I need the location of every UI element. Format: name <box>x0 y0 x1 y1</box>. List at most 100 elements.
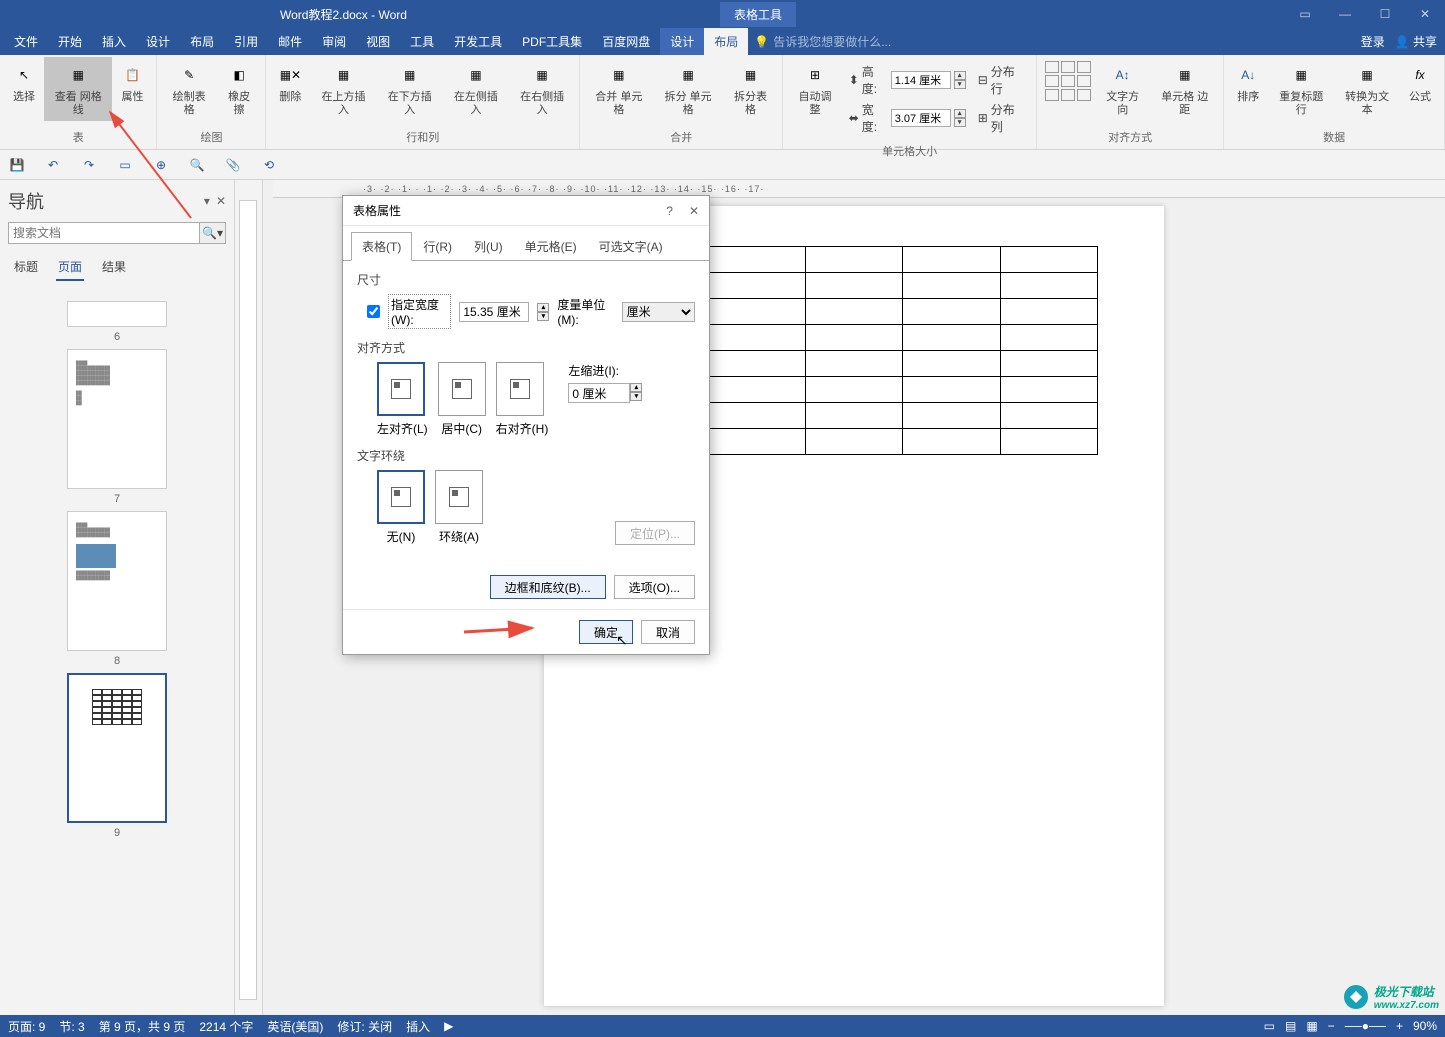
menu-review[interactable]: 审阅 <box>312 28 356 55</box>
menu-mailings[interactable]: 邮件 <box>268 28 312 55</box>
status-word-count[interactable]: 2214 个字 <box>199 1018 253 1035</box>
search-icon[interactable]: 🔍▾ <box>200 222 226 244</box>
menu-file[interactable]: 文件 <box>4 28 48 55</box>
nav-dropdown-icon[interactable]: ▾ <box>204 194 210 208</box>
align-center-option[interactable]: 居中(C) <box>438 362 486 437</box>
tab-alt-text[interactable]: 可选文字(A) <box>588 232 674 261</box>
view-read-icon[interactable]: ▭ <box>1264 1019 1275 1033</box>
qat-icon-2[interactable]: ⊕ <box>152 158 170 172</box>
cancel-button[interactable]: 取消 <box>641 620 695 644</box>
status-section[interactable]: 节: 3 <box>59 1018 84 1035</box>
ok-button[interactable]: 确定 <box>579 620 633 644</box>
status-language[interactable]: 英语(美国) <box>267 1018 323 1035</box>
menu-view[interactable]: 视图 <box>356 28 400 55</box>
merge-cells-button[interactable]: ▦合并 单元格 <box>584 57 653 121</box>
view-print-icon[interactable]: ▤ <box>1285 1019 1296 1033</box>
zoom-out-icon[interactable]: − <box>1328 1019 1335 1033</box>
draw-table-button[interactable]: ✎绘制表格 <box>161 57 216 121</box>
insert-above-button[interactable]: ▦在上方插入 <box>310 57 376 121</box>
menu-table-layout[interactable]: 布局 <box>704 28 748 55</box>
insert-left-button[interactable]: ▦在左侧插入 <box>443 57 509 121</box>
save-icon[interactable]: 💾 <box>8 158 26 172</box>
eraser-button[interactable]: ◧橡皮擦 <box>217 57 262 121</box>
height-input[interactable] <box>891 71 951 89</box>
page-thumbnail-9[interactable]: 9 <box>12 673 222 839</box>
ribbon-display-icon[interactable]: ▭ <box>1285 0 1325 28</box>
status-page-count[interactable]: 第 9 页，共 9 页 <box>99 1018 186 1035</box>
status-track[interactable]: 修订: 关闭 <box>337 1018 392 1035</box>
wrap-around-option[interactable]: 环绕(A) <box>435 470 483 545</box>
status-insert[interactable]: 插入 <box>406 1018 430 1035</box>
dialog-close-icon[interactable]: ✕ <box>689 204 699 218</box>
align-right-option[interactable]: 右对齐(H) <box>496 362 549 437</box>
qat-icon-4[interactable]: 📎 <box>224 158 242 172</box>
zoom-slider[interactable]: ──●── <box>1345 1019 1386 1033</box>
delete-button[interactable]: ▦✕删除 <box>270 57 310 108</box>
wrap-none-option[interactable]: 无(N) <box>377 470 425 545</box>
width-spinner[interactable]: ▴▾ <box>954 109 966 127</box>
share-button[interactable]: 👤 共享 <box>1395 33 1437 50</box>
alignment-grid[interactable] <box>1041 57 1095 105</box>
qat-icon-1[interactable]: ▭ <box>116 158 134 172</box>
tab-table[interactable]: 表格(T) <box>351 232 412 261</box>
width-value-spinner[interactable]: ▴▾ <box>537 303 549 321</box>
zoom-in-icon[interactable]: + <box>1396 1019 1403 1033</box>
redo-icon[interactable]: ↷ <box>80 158 98 172</box>
tab-row[interactable]: 行(R) <box>412 232 463 261</box>
qat-icon-5[interactable]: ⟲ <box>260 158 278 172</box>
nav-tab-results[interactable]: 结果 <box>100 254 128 281</box>
nav-close-icon[interactable]: ✕ <box>216 194 226 208</box>
unit-select[interactable]: 厘米 <box>622 302 695 322</box>
menu-pdf[interactable]: PDF工具集 <box>512 28 592 55</box>
view-gridlines-button[interactable]: ▦查看 网格线 <box>44 57 112 121</box>
menu-design[interactable]: 设计 <box>136 28 180 55</box>
nav-tab-headings[interactable]: 标题 <box>12 254 40 281</box>
width-value-input[interactable] <box>459 302 529 322</box>
menu-home[interactable]: 开始 <box>48 28 92 55</box>
maximize-icon[interactable]: ☐ <box>1365 0 1405 28</box>
status-page[interactable]: 页面: 9 <box>8 1018 45 1035</box>
distribute-cols-button[interactable]: ⊞分布列 <box>974 99 1030 137</box>
properties-button[interactable]: 📋属性 <box>112 57 152 108</box>
distribute-rows-button[interactable]: ⊟分布行 <box>974 61 1030 99</box>
minimize-icon[interactable]: — <box>1325 0 1365 28</box>
indent-input[interactable] <box>568 383 630 403</box>
nav-tab-pages[interactable]: 页面 <box>56 254 84 281</box>
status-macro-icon[interactable]: ▶ <box>444 1019 453 1033</box>
spec-width-checkbox[interactable] <box>367 305 380 318</box>
close-icon[interactable]: ✕ <box>1405 0 1445 28</box>
menu-table-design[interactable]: 设计 <box>660 28 704 55</box>
text-direction-button[interactable]: A↕文字方向 <box>1095 57 1150 121</box>
tell-me-input[interactable]: 💡告诉我您想要做什么... <box>754 33 891 50</box>
split-cells-button[interactable]: ▦拆分 单元格 <box>653 57 722 121</box>
repeat-header-button[interactable]: ▦重复标题行 <box>1268 57 1334 121</box>
tab-column[interactable]: 列(U) <box>463 232 514 261</box>
border-shading-button[interactable]: 边框和底纹(B)... <box>490 575 606 599</box>
split-table-button[interactable]: ▦拆分表格 <box>723 57 778 121</box>
insert-right-button[interactable]: ▦在右侧插入 <box>509 57 575 121</box>
qat-icon-3[interactable]: 🔍 <box>188 158 206 172</box>
menu-layout[interactable]: 布局 <box>180 28 224 55</box>
menu-references[interactable]: 引用 <box>224 28 268 55</box>
select-button[interactable]: ↖选择 <box>4 57 44 108</box>
sort-button[interactable]: A↓排序 <box>1228 57 1268 108</box>
tab-cell[interactable]: 单元格(E) <box>514 232 588 261</box>
dialog-help-icon[interactable]: ? <box>666 204 673 218</box>
zoom-level[interactable]: 90% <box>1413 1019 1437 1033</box>
options-button[interactable]: 选项(O)... <box>614 575 695 599</box>
align-left-option[interactable]: 左对齐(L) <box>377 362 428 437</box>
page-thumbnail-7[interactable]: ████████████████████████████████████████… <box>12 349 222 505</box>
view-web-icon[interactable]: ▦ <box>1306 1019 1317 1033</box>
menu-developer[interactable]: 开发工具 <box>444 28 512 55</box>
menu-tools[interactable]: 工具 <box>400 28 444 55</box>
login-button[interactable]: 登录 <box>1361 33 1385 50</box>
indent-spinner[interactable]: ▴▾ <box>630 383 642 403</box>
formula-button[interactable]: fx公式 <box>1400 57 1440 108</box>
vertical-ruler[interactable] <box>239 200 257 1000</box>
width-input[interactable] <box>891 109 951 127</box>
page-thumbnail-8[interactable]: ████████████████████████████████████████… <box>12 511 222 667</box>
menu-baidu[interactable]: 百度网盘 <box>592 28 660 55</box>
insert-below-button[interactable]: ▦在下方插入 <box>377 57 443 121</box>
autofit-button[interactable]: ⊞自动调整 <box>787 57 843 121</box>
undo-icon[interactable]: ↶ <box>44 158 62 172</box>
